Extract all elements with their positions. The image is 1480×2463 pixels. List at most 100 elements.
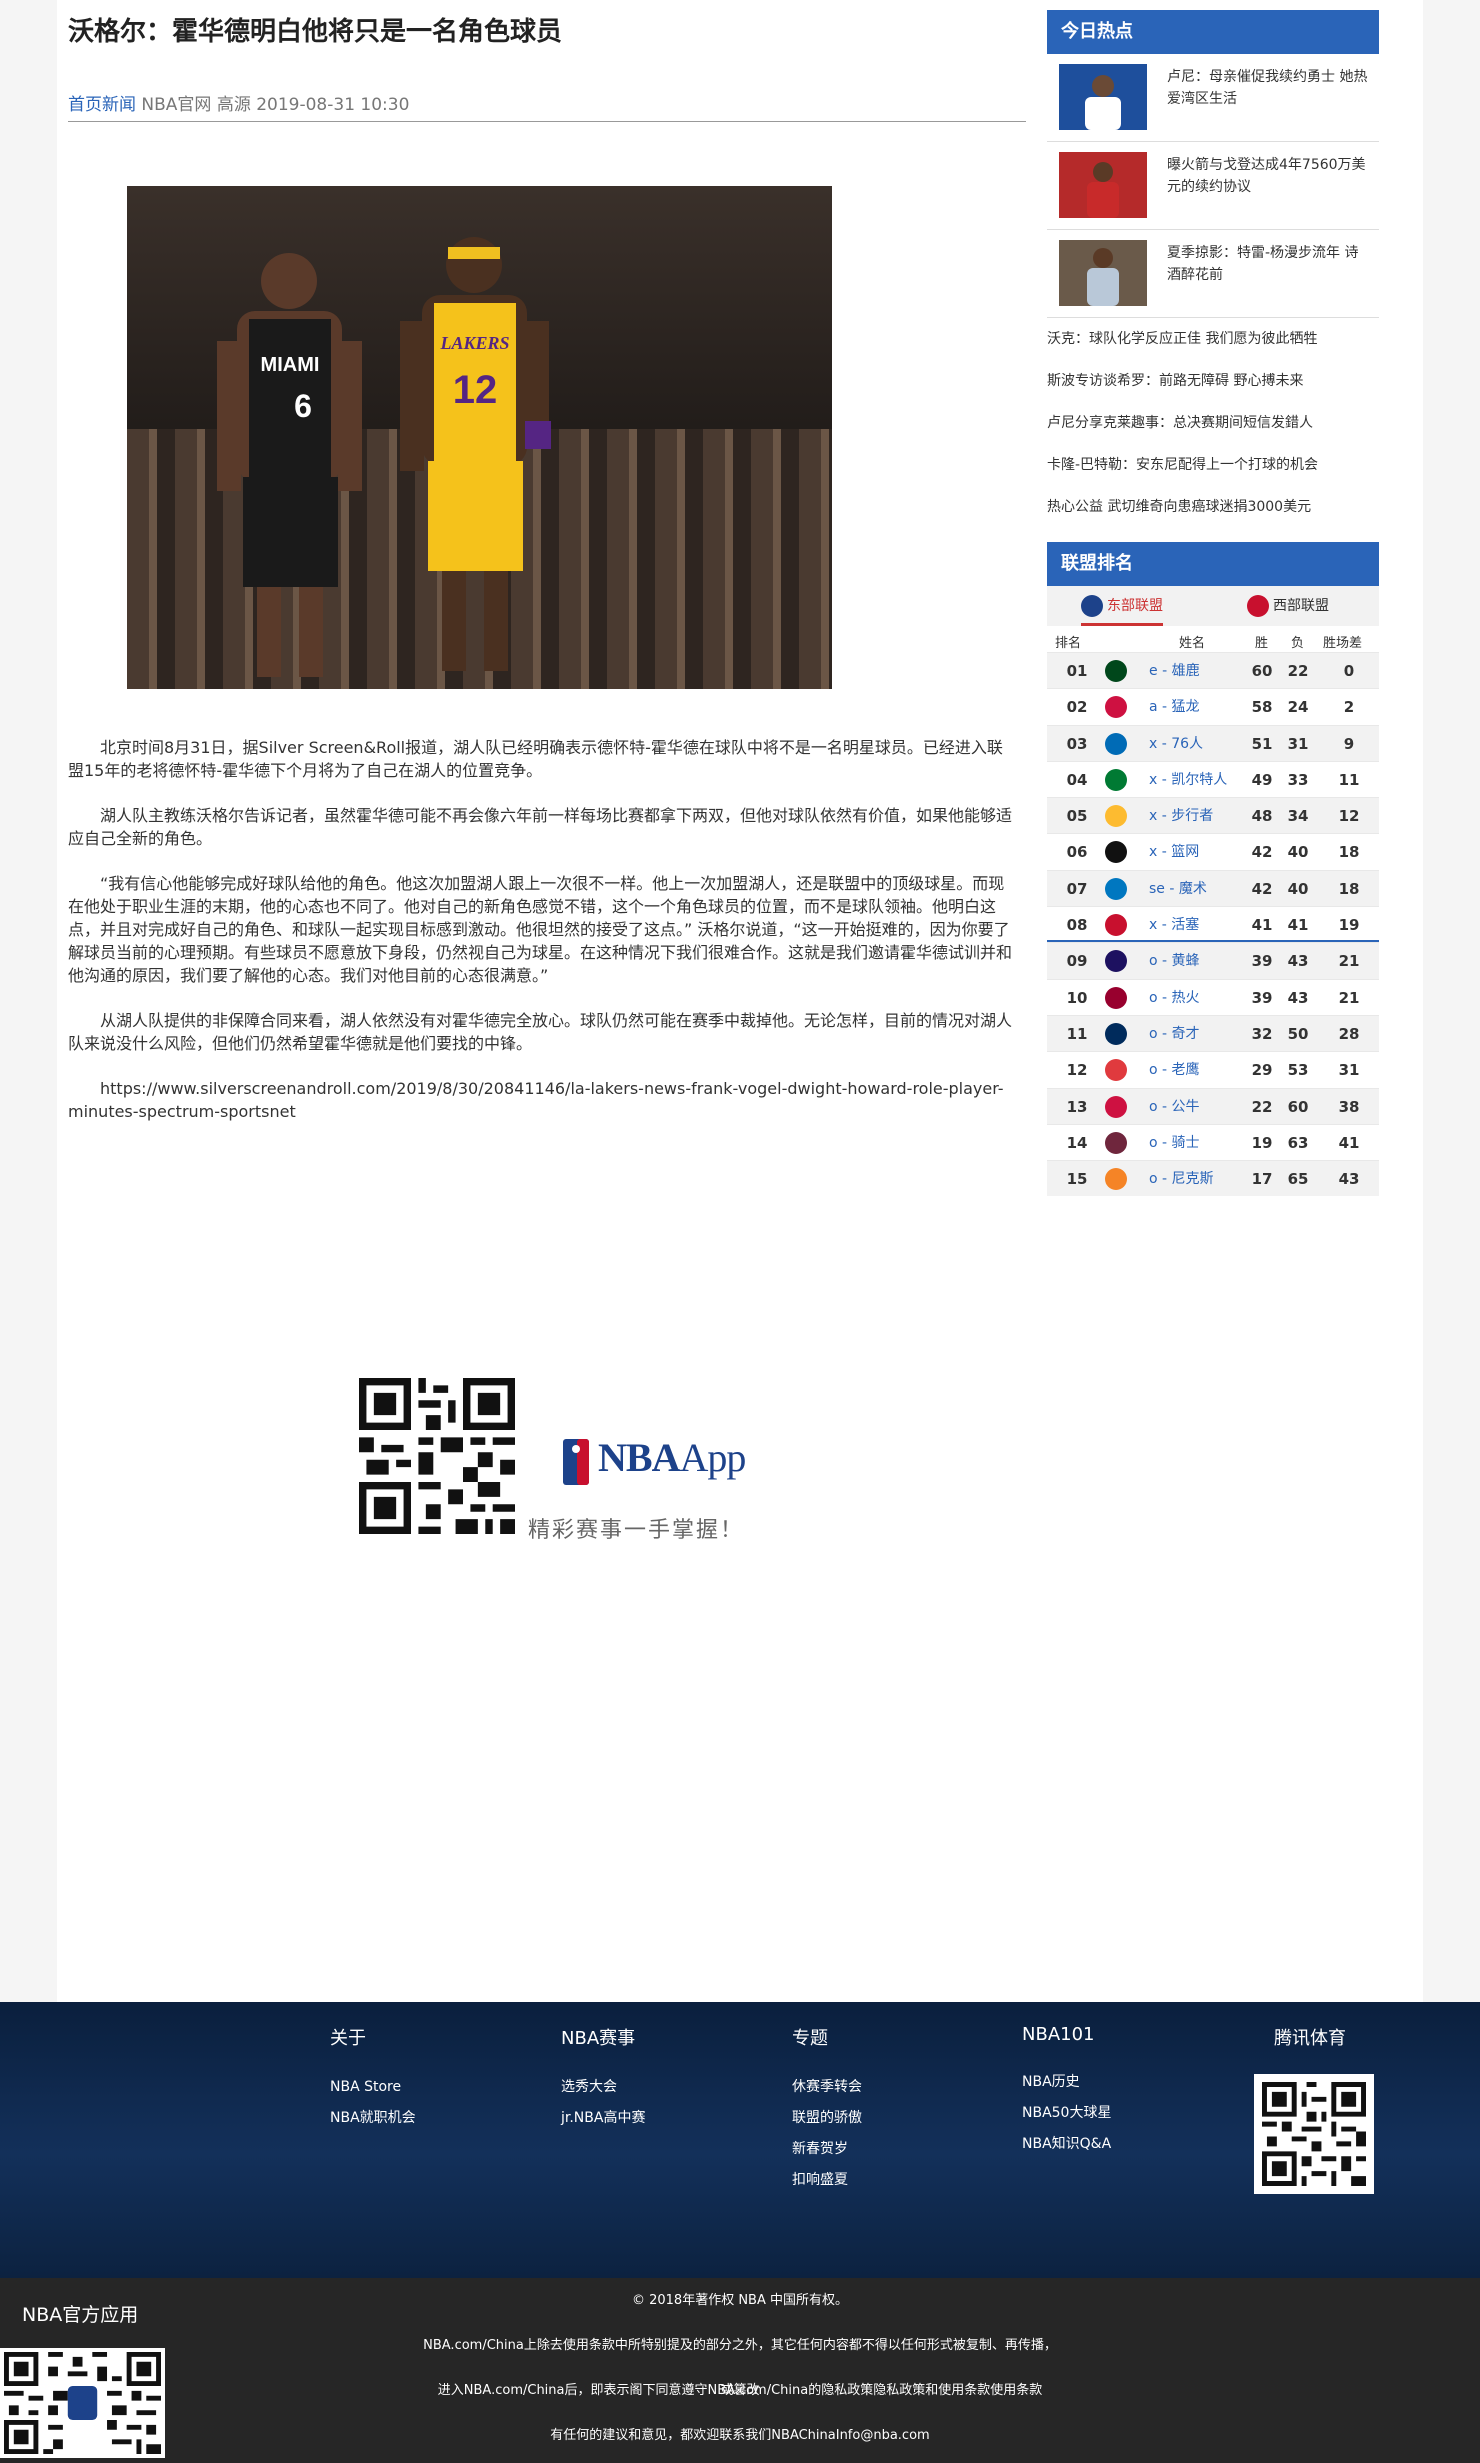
team-wins: 42 (1251, 843, 1273, 862)
tencent-qr-code (1254, 2074, 1374, 2194)
tab-east-conference[interactable]: 东部联盟 (1081, 586, 1163, 626)
hot-news-thumb (1059, 64, 1147, 130)
team-name-link[interactable]: o - 黄蜂 (1149, 943, 1200, 979)
footer-col-nba101: NBA101 NBA历史 NBA50大球星 NBA知识Q&A (1022, 2024, 1111, 2160)
team-name-link[interactable]: e - 雄鹿 (1149, 653, 1200, 689)
article-paragraph: 湖人队主教练沃格尔告诉记者，虽然霍华德可能不再会像六年前一样每场比赛都拿下两双，… (68, 806, 1013, 848)
team-losses: 40 (1287, 879, 1309, 898)
team-wins: 60 (1251, 662, 1273, 680)
standings-row[interactable]: 02 a - 猛龙 58 24 2 (1047, 688, 1379, 724)
team-name-link[interactable]: o - 尼克斯 (1149, 1161, 1214, 1197)
team-name-link[interactable]: a - 猛龙 (1149, 689, 1200, 725)
team-logo-icon (1105, 841, 1127, 864)
conference-tabs: 东部联盟 西部联盟 (1047, 586, 1379, 626)
team-rank: 03 (1066, 734, 1088, 753)
col-rank: 排名 (1055, 636, 1082, 651)
team-wins: 49 (1251, 770, 1273, 789)
article-body: 北京时间8月31日，据Silver Screen&Roll报道，湖人队已经明确表… (68, 736, 1018, 1145)
team-name-link[interactable]: x - 76人 (1149, 726, 1203, 762)
footer-link[interactable]: NBA历史 (1022, 2067, 1111, 2098)
team-logo-icon (1105, 986, 1127, 1009)
standings-row[interactable]: 12 o - 老鹰 29 53 31 (1047, 1051, 1379, 1087)
hot-news-link[interactable]: 卢尼分享克莱趣事：总决赛期间短信发錯人 (1047, 402, 1379, 444)
team-wins: 19 (1251, 1133, 1273, 1152)
footer-link[interactable]: 新春贺岁 (792, 2134, 862, 2165)
team-rank: 11 (1066, 1024, 1088, 1043)
nba-app-logo: NBAApp (563, 1434, 746, 1485)
team-losses: 24 (1287, 698, 1309, 717)
team-losses: 34 (1287, 807, 1309, 826)
footer-link[interactable]: jr.NBA高中赛 (561, 2103, 645, 2134)
standings-row[interactable]: 09 o - 黄蜂 39 43 21 (1047, 942, 1379, 979)
footer-link[interactable]: NBA就职机会 (330, 2103, 416, 2134)
standings-row[interactable]: 10 o - 热火 39 43 21 (1047, 978, 1379, 1016)
team-wins: 42 (1251, 879, 1273, 898)
hot-news-link[interactable]: 卡隆-巴特勒：安东尼配得上一个打球的机会 (1047, 444, 1379, 486)
footer-col-topics: 专题 休赛季转会 联盟的骄傲 新春贺岁 扣响盛夏 (792, 2024, 862, 2196)
standings-row[interactable]: 01 e - 雄鹿 60 22 0 (1047, 652, 1379, 689)
article-title: 沃格尔：霍华德明白他将只是一名角色球员 (68, 17, 563, 47)
team-name-link[interactable]: x - 凯尔特人 (1149, 762, 1227, 798)
hot-news-title[interactable]: 夏季掠影：特雷-杨漫步流年 诗酒醉花前 (1167, 242, 1371, 286)
tab-west-conference[interactable]: 西部联盟 (1247, 586, 1329, 626)
hot-news-item[interactable]: 卢尼：母亲催促我续约勇士 她热爱湾区生活 (1047, 54, 1379, 142)
source-url[interactable]: https://www.silverscreenandroll.com/2019… (68, 1077, 1018, 1123)
standings-column-headers: 排名 姓名 胜 负 胜场差 (1047, 626, 1379, 652)
team-games-behind: 43 (1338, 1170, 1360, 1189)
team-name-link[interactable]: o - 骑士 (1149, 1125, 1200, 1161)
hot-news-title[interactable]: 曝火箭与戈登达成4年7560万美元的续约协议 (1167, 154, 1371, 198)
standings-row[interactable]: 15 o - 尼克斯 17 65 43 (1047, 1160, 1379, 1197)
hot-news-item[interactable]: 夏季掠影：特雷-杨漫步流年 诗酒醉花前 (1047, 230, 1379, 318)
footer-link[interactable]: NBA知识Q&A (1022, 2129, 1111, 2160)
hot-news-link[interactable]: 热心公益 武切维奇向患癌球迷捐3000美元 (1047, 486, 1379, 528)
footer-link[interactable]: NBA50大球星 (1022, 2098, 1111, 2129)
footer: 关于 NBA Store NBA就职机会 NBA赛事 选秀大会 jr.NBA高中… (0, 2002, 1480, 2278)
footer-link[interactable]: NBA Store (330, 2072, 416, 2103)
hot-news-title[interactable]: 卢尼：母亲催促我续约勇士 她热爱湾区生活 (1167, 66, 1371, 110)
team-name-link[interactable]: o - 热火 (1149, 980, 1200, 1016)
hot-news-link[interactable]: 斯波专访谈希罗：前路无障碍 野心搏未来 (1047, 360, 1379, 402)
team-games-behind: 31 (1338, 1061, 1360, 1080)
footer-link[interactable]: 联盟的骄傲 (792, 2103, 862, 2134)
hot-news-link[interactable]: 沃克：球队化学反应正佳 我们愿为彼此牺牲 (1047, 318, 1379, 360)
standings-row[interactable]: 05 x - 步行者 48 34 12 (1047, 797, 1379, 834)
east-conference-icon (1081, 595, 1103, 617)
team-rank: 01 (1066, 662, 1088, 680)
standings-row[interactable]: 07 se - 魔术 42 40 18 (1047, 869, 1379, 907)
team-wins: 17 (1251, 1170, 1273, 1189)
team-name-link[interactable]: x - 步行者 (1149, 798, 1213, 834)
team-losses: 53 (1287, 1061, 1309, 1080)
app-qr-code (355, 1374, 519, 1538)
breadcrumb-home-news-link[interactable]: 首页新闻 (68, 95, 136, 115)
team-rank: 02 (1066, 698, 1088, 717)
standings-row[interactable]: 06 x - 篮网 42 40 18 (1047, 833, 1379, 869)
team-rank: 07 (1066, 879, 1088, 898)
team-games-behind: 18 (1338, 879, 1360, 898)
hot-news-item[interactable]: 曝火箭与戈登达成4年7560万美元的续约协议 (1047, 142, 1379, 230)
legal-line[interactable]: 进入NBA.com/China后，即表示阁下同意遵守NBA.com/China的… (420, 2368, 1060, 2413)
team-name-link[interactable]: x - 活塞 (1149, 907, 1199, 943)
team-name-link[interactable]: x - 篮网 (1149, 834, 1199, 870)
standings-row[interactable]: 08 x - 活塞 41 41 19 (1047, 906, 1379, 943)
contact-line[interactable]: 有任何的建议和意见，都欢迎联系我们NBAChinaInfo@nba.com (420, 2413, 1060, 2458)
team-name-link[interactable]: o - 公牛 (1149, 1089, 1200, 1125)
standings-row[interactable]: 14 o - 骑士 19 63 41 (1047, 1123, 1379, 1161)
footer-col-title: NBA赛事 (561, 2028, 636, 2049)
team-logo-icon (1105, 696, 1127, 719)
team-name-link[interactable]: o - 老鹰 (1149, 1052, 1200, 1088)
photo-player-lakers: LAKERS 12 (400, 237, 551, 671)
standings-row[interactable]: 04 x - 凯尔特人 49 33 11 (1047, 760, 1379, 798)
team-losses: 41 (1287, 916, 1309, 935)
standings-row[interactable]: 11 o - 奇才 32 50 28 (1047, 1014, 1379, 1052)
team-name-link[interactable]: se - 魔术 (1149, 871, 1207, 907)
nba-app-promo[interactable]: NBAApp 精彩赛事一手掌握！ (355, 1374, 755, 1544)
footer-link[interactable]: 选秀大会 (561, 2072, 645, 2103)
nba-logo-icon (563, 1438, 589, 1485)
footer-link[interactable]: 扣响盛夏 (792, 2165, 862, 2196)
footer-link[interactable]: 休赛季转会 (792, 2072, 862, 2103)
standings-row[interactable]: 13 o - 公牛 22 60 38 (1047, 1087, 1379, 1125)
team-wins: 22 (1251, 1097, 1273, 1116)
team-name-link[interactable]: o - 奇才 (1149, 1016, 1200, 1052)
standings-row[interactable]: 03 x - 76人 51 31 9 (1047, 724, 1379, 762)
team-logo-icon (1105, 1131, 1127, 1154)
